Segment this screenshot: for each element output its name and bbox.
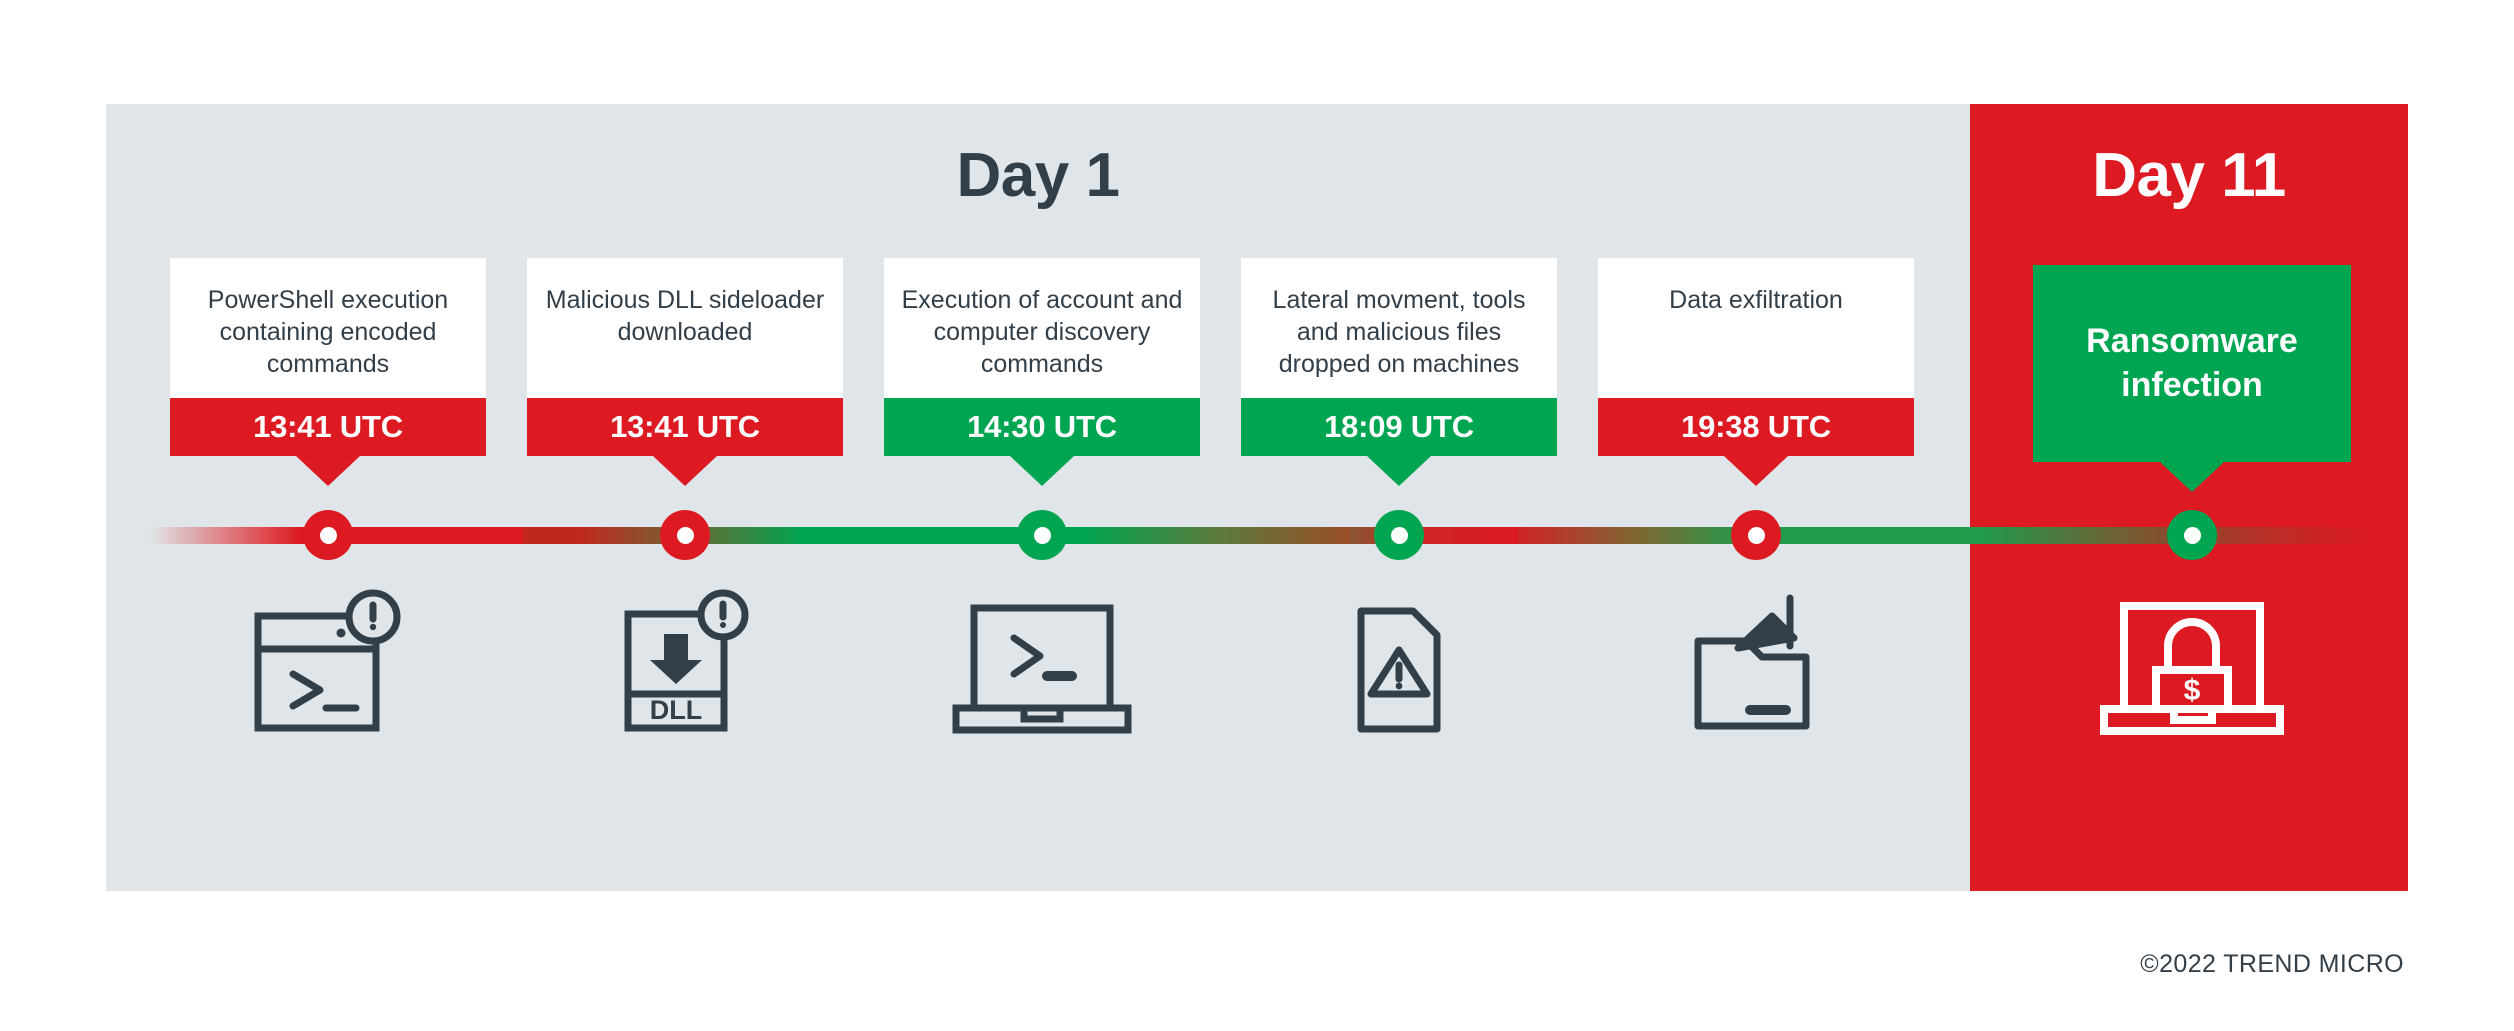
timeline-dot-5[interactable] [1731,510,1781,560]
event-description-1: PowerShell execution containing encoded … [170,258,486,398]
event-card-3: Execution of account and computer discov… [884,258,1200,456]
timeline-track [150,527,2380,544]
ransomware-callout[interactable]: Ransomware infection [2033,265,2351,462]
day1-panel [106,104,1970,891]
ransomware-label: Ransomware infection [2033,265,2351,462]
timeline-line-svg [150,527,2380,544]
timeline-event-5[interactable]: Data exfiltration 19:38 UTC [1598,258,1914,456]
timeline-dot-final[interactable] [2167,510,2217,560]
svg-text:$: $ [2184,674,2201,707]
copyright-notice: ©2022 TREND MICRO [2140,950,2404,978]
event-time-2: 13:41 UTC [527,398,843,456]
timeline-event-1[interactable]: PowerShell execution containing encoded … [170,258,486,456]
timeline-dot-2[interactable] [660,510,710,560]
event-card-1: PowerShell execution containing encoded … [170,258,486,456]
terminal-window-alert-icon [170,578,486,748]
event-time-5: 19:38 UTC [1598,398,1914,456]
event-description-5: Data exfiltration [1598,258,1914,398]
timeline-event-4[interactable]: Lateral movment, tools and malicious fil… [1241,258,1557,456]
infographic-root: Day 1 Day 11 PowerShell execution contai… [0,0,2514,1031]
timeline-event-2[interactable]: Malicious DLL sideloader downloaded 13:4… [527,258,843,456]
event-card-4: Lateral movment, tools and malicious fil… [1241,258,1557,456]
event-time-1: 13:41 UTC [170,398,486,456]
dll-download-alert-icon: DLL [527,578,843,748]
event-description-2: Malicious DLL sideloader downloaded [527,258,843,398]
day11-panel [1970,104,2408,891]
svg-text:DLL: DLL [650,695,702,725]
event-time-3: 14:30 UTC [884,398,1200,456]
event-card-2: Malicious DLL sideloader downloaded 13:4… [527,258,843,456]
event-time-4: 18:09 UTC [1241,398,1557,456]
event-description-3: Execution of account and computer discov… [884,258,1200,398]
day11-title: Day 11 [2092,141,2286,210]
timeline-dot-4[interactable] [1374,510,1424,560]
timeline-dot-1[interactable] [303,510,353,560]
day1-title: Day 1 [956,141,1120,210]
laptop-terminal-icon [884,578,1200,748]
folder-exfiltration-icon [1598,578,1914,748]
laptop-lock-ransom-icon: $ [2034,578,2350,748]
document-warning-icon [1241,578,1557,748]
timeline-event-3[interactable]: Execution of account and computer discov… [884,258,1200,456]
timeline-dot-3[interactable] [1017,510,1067,560]
event-card-5: Data exfiltration 19:38 UTC [1598,258,1914,456]
event-description-4: Lateral movment, tools and malicious fil… [1241,258,1557,398]
